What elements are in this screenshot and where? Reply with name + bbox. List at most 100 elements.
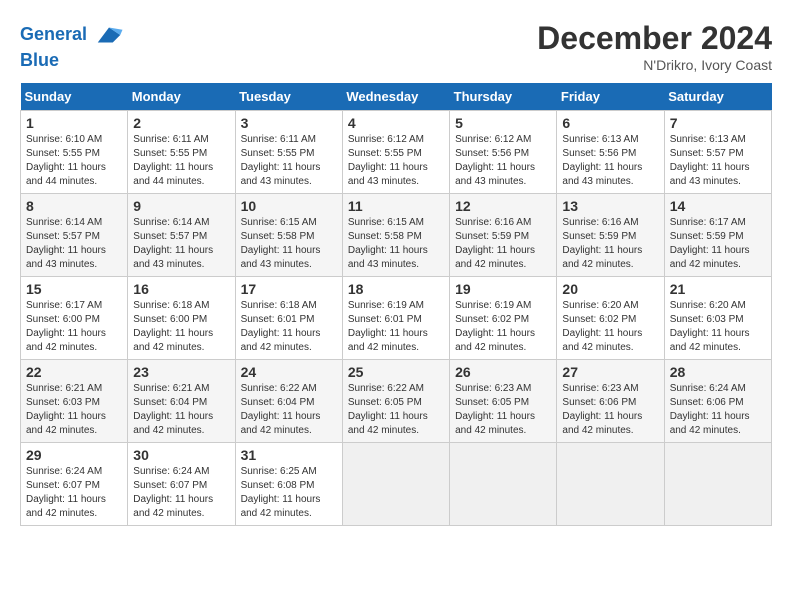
logo-subtext: Blue xyxy=(20,50,124,72)
day-info: Sunrise: 6:15 AMSunset: 5:58 PMDaylight:… xyxy=(241,217,321,270)
header-thursday: Thursday xyxy=(450,83,557,111)
day-number: 20 xyxy=(562,281,658,297)
day-number: 3 xyxy=(241,115,337,131)
day-number: 11 xyxy=(348,198,444,214)
day-number: 9 xyxy=(133,198,229,214)
calendar-header-row: SundayMondayTuesdayWednesdayThursdayFrid… xyxy=(21,83,772,111)
day-number: 28 xyxy=(670,364,766,380)
day-info: Sunrise: 6:18 AMSunset: 6:00 PMDaylight:… xyxy=(133,300,213,353)
day-info: Sunrise: 6:10 AMSunset: 5:55 PMDaylight:… xyxy=(26,134,106,187)
calendar-cell: 16 Sunrise: 6:18 AMSunset: 6:00 PMDaylig… xyxy=(128,277,235,360)
day-info: Sunrise: 6:13 AMSunset: 5:56 PMDaylight:… xyxy=(562,134,642,187)
day-info: Sunrise: 6:23 AMSunset: 6:06 PMDaylight:… xyxy=(562,383,642,436)
calendar-cell: 5 Sunrise: 6:12 AMSunset: 5:56 PMDayligh… xyxy=(450,111,557,194)
calendar-cell: 6 Sunrise: 6:13 AMSunset: 5:56 PMDayligh… xyxy=(557,111,664,194)
day-info: Sunrise: 6:13 AMSunset: 5:57 PMDaylight:… xyxy=(670,134,750,187)
day-info: Sunrise: 6:11 AMSunset: 5:55 PMDaylight:… xyxy=(133,134,213,187)
calendar-cell: 20 Sunrise: 6:20 AMSunset: 6:02 PMDaylig… xyxy=(557,277,664,360)
day-number: 4 xyxy=(348,115,444,131)
header-sunday: Sunday xyxy=(21,83,128,111)
day-info: Sunrise: 6:18 AMSunset: 6:01 PMDaylight:… xyxy=(241,300,321,353)
day-info: Sunrise: 6:24 AMSunset: 6:07 PMDaylight:… xyxy=(133,466,213,519)
day-number: 27 xyxy=(562,364,658,380)
day-info: Sunrise: 6:23 AMSunset: 6:05 PMDaylight:… xyxy=(455,383,535,436)
calendar-cell xyxy=(557,443,664,526)
page-header: General Blue December 2024 N'Drikro, Ivo… xyxy=(20,20,772,73)
week-row-3: 15 Sunrise: 6:17 AMSunset: 6:00 PMDaylig… xyxy=(21,277,772,360)
day-number: 29 xyxy=(26,447,122,463)
day-info: Sunrise: 6:11 AMSunset: 5:55 PMDaylight:… xyxy=(241,134,321,187)
calendar-cell: 7 Sunrise: 6:13 AMSunset: 5:57 PMDayligh… xyxy=(664,111,771,194)
day-number: 2 xyxy=(133,115,229,131)
calendar-cell: 8 Sunrise: 6:14 AMSunset: 5:57 PMDayligh… xyxy=(21,194,128,277)
day-number: 26 xyxy=(455,364,551,380)
calendar-cell: 13 Sunrise: 6:16 AMSunset: 5:59 PMDaylig… xyxy=(557,194,664,277)
day-info: Sunrise: 6:21 AMSunset: 6:04 PMDaylight:… xyxy=(133,383,213,436)
day-info: Sunrise: 6:17 AMSunset: 6:00 PMDaylight:… xyxy=(26,300,106,353)
day-number: 30 xyxy=(133,447,229,463)
day-number: 8 xyxy=(26,198,122,214)
month-title: December 2024 xyxy=(537,20,772,57)
day-info: Sunrise: 6:24 AMSunset: 6:06 PMDaylight:… xyxy=(670,383,750,436)
calendar-cell xyxy=(664,443,771,526)
day-info: Sunrise: 6:16 AMSunset: 5:59 PMDaylight:… xyxy=(455,217,535,270)
day-info: Sunrise: 6:21 AMSunset: 6:03 PMDaylight:… xyxy=(26,383,106,436)
calendar-cell: 27 Sunrise: 6:23 AMSunset: 6:06 PMDaylig… xyxy=(557,360,664,443)
calendar-cell: 30 Sunrise: 6:24 AMSunset: 6:07 PMDaylig… xyxy=(128,443,235,526)
calendar-cell xyxy=(450,443,557,526)
day-info: Sunrise: 6:20 AMSunset: 6:03 PMDaylight:… xyxy=(670,300,750,353)
week-row-4: 22 Sunrise: 6:21 AMSunset: 6:03 PMDaylig… xyxy=(21,360,772,443)
calendar-cell xyxy=(342,443,449,526)
day-number: 15 xyxy=(26,281,122,297)
calendar-cell: 11 Sunrise: 6:15 AMSunset: 5:58 PMDaylig… xyxy=(342,194,449,277)
day-info: Sunrise: 6:14 AMSunset: 5:57 PMDaylight:… xyxy=(26,217,106,270)
day-info: Sunrise: 6:14 AMSunset: 5:57 PMDaylight:… xyxy=(133,217,213,270)
header-tuesday: Tuesday xyxy=(235,83,342,111)
logo: General Blue xyxy=(20,20,124,72)
calendar-cell: 9 Sunrise: 6:14 AMSunset: 5:57 PMDayligh… xyxy=(128,194,235,277)
week-row-2: 8 Sunrise: 6:14 AMSunset: 5:57 PMDayligh… xyxy=(21,194,772,277)
day-number: 17 xyxy=(241,281,337,297)
day-info: Sunrise: 6:12 AMSunset: 5:56 PMDaylight:… xyxy=(455,134,535,187)
calendar-cell: 31 Sunrise: 6:25 AMSunset: 6:08 PMDaylig… xyxy=(235,443,342,526)
day-number: 1 xyxy=(26,115,122,131)
day-number: 13 xyxy=(562,198,658,214)
calendar-cell: 1 Sunrise: 6:10 AMSunset: 5:55 PMDayligh… xyxy=(21,111,128,194)
day-info: Sunrise: 6:16 AMSunset: 5:59 PMDaylight:… xyxy=(562,217,642,270)
day-number: 25 xyxy=(348,364,444,380)
calendar-cell: 25 Sunrise: 6:22 AMSunset: 6:05 PMDaylig… xyxy=(342,360,449,443)
day-number: 23 xyxy=(133,364,229,380)
calendar-cell: 18 Sunrise: 6:19 AMSunset: 6:01 PMDaylig… xyxy=(342,277,449,360)
day-number: 16 xyxy=(133,281,229,297)
calendar-table: SundayMondayTuesdayWednesdayThursdayFrid… xyxy=(20,83,772,526)
calendar-cell: 21 Sunrise: 6:20 AMSunset: 6:03 PMDaylig… xyxy=(664,277,771,360)
calendar-cell: 2 Sunrise: 6:11 AMSunset: 5:55 PMDayligh… xyxy=(128,111,235,194)
day-number: 22 xyxy=(26,364,122,380)
day-info: Sunrise: 6:15 AMSunset: 5:58 PMDaylight:… xyxy=(348,217,428,270)
week-row-1: 1 Sunrise: 6:10 AMSunset: 5:55 PMDayligh… xyxy=(21,111,772,194)
location: N'Drikro, Ivory Coast xyxy=(537,57,772,73)
day-info: Sunrise: 6:19 AMSunset: 6:01 PMDaylight:… xyxy=(348,300,428,353)
calendar-cell: 14 Sunrise: 6:17 AMSunset: 5:59 PMDaylig… xyxy=(664,194,771,277)
day-number: 18 xyxy=(348,281,444,297)
header-friday: Friday xyxy=(557,83,664,111)
day-number: 14 xyxy=(670,198,766,214)
day-info: Sunrise: 6:20 AMSunset: 6:02 PMDaylight:… xyxy=(562,300,642,353)
day-number: 6 xyxy=(562,115,658,131)
title-block: December 2024 N'Drikro, Ivory Coast xyxy=(537,20,772,73)
header-wednesday: Wednesday xyxy=(342,83,449,111)
day-number: 7 xyxy=(670,115,766,131)
header-saturday: Saturday xyxy=(664,83,771,111)
calendar-cell: 19 Sunrise: 6:19 AMSunset: 6:02 PMDaylig… xyxy=(450,277,557,360)
day-number: 19 xyxy=(455,281,551,297)
day-info: Sunrise: 6:22 AMSunset: 6:05 PMDaylight:… xyxy=(348,383,428,436)
day-number: 21 xyxy=(670,281,766,297)
calendar-cell: 10 Sunrise: 6:15 AMSunset: 5:58 PMDaylig… xyxy=(235,194,342,277)
calendar-cell: 3 Sunrise: 6:11 AMSunset: 5:55 PMDayligh… xyxy=(235,111,342,194)
calendar-cell: 23 Sunrise: 6:21 AMSunset: 6:04 PMDaylig… xyxy=(128,360,235,443)
day-info: Sunrise: 6:22 AMSunset: 6:04 PMDaylight:… xyxy=(241,383,321,436)
calendar-cell: 15 Sunrise: 6:17 AMSunset: 6:00 PMDaylig… xyxy=(21,277,128,360)
day-number: 31 xyxy=(241,447,337,463)
calendar-cell: 29 Sunrise: 6:24 AMSunset: 6:07 PMDaylig… xyxy=(21,443,128,526)
calendar-cell: 4 Sunrise: 6:12 AMSunset: 5:55 PMDayligh… xyxy=(342,111,449,194)
